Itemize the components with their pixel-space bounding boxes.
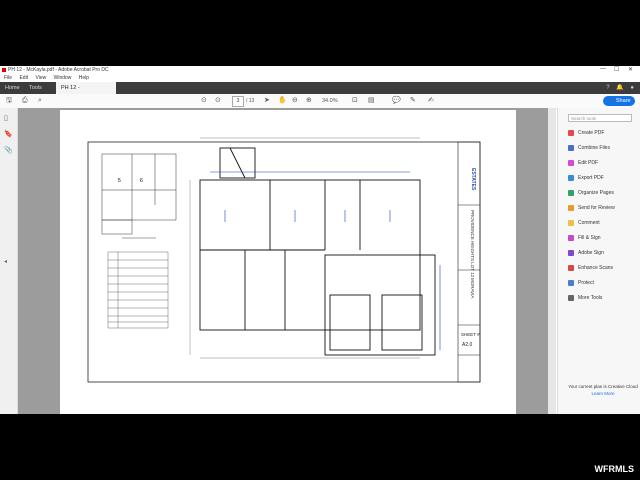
left-navigation-pane: ▯ 🔖 📎 ◂ [0, 108, 18, 414]
tool-label: Enhance Scans [578, 265, 614, 271]
menu-help[interactable]: Help [79, 74, 89, 82]
tab-home[interactable]: Home [0, 82, 25, 94]
enhance-scans-icon [568, 264, 574, 271]
sign-icon[interactable]: ✍ [428, 96, 434, 106]
attachments-icon[interactable]: 📎 [4, 146, 13, 154]
tool-label: Edit PDF [578, 160, 599, 166]
create-pdf-icon [568, 129, 574, 136]
pdf-page[interactable]: 5 6 ESTATES PROVIDENCE HEIGHTS LOT 12 MO… [60, 110, 516, 414]
title-bar: PH 12 - McKayla.pdf - Adobe Acrobat Pro … [0, 66, 640, 74]
select-cursor-icon[interactable]: ➤ [264, 96, 270, 106]
tool-label: Export PDF [578, 175, 604, 181]
share-button[interactable]: 👤 Share [603, 96, 635, 106]
minimize-button[interactable]: — [600, 66, 606, 72]
tab-document[interactable]: PH 12 - McKayla.pdf × [56, 82, 116, 103]
tool-organize-pages[interactable]: Organize Pages [568, 188, 614, 198]
page-total: / 13 [246, 98, 255, 104]
highlight-pen-icon[interactable]: ✎ [410, 96, 416, 106]
notification-icon[interactable]: 🔔 [616, 85, 623, 91]
tabbar-icons: ? 🔔 ● [606, 84, 634, 91]
tool-label: Adobe Sign [578, 250, 604, 256]
tool-label: Protect [578, 280, 594, 286]
tool-label: Organize Pages [578, 190, 614, 196]
adobe-sign-icon [568, 249, 574, 256]
combine-files-icon [568, 144, 574, 151]
window-title: PH 12 - McKayla.pdf - Adobe Acrobat Pro … [8, 67, 109, 73]
tool-label: Comment [578, 220, 600, 226]
tool-label: Send for Review [578, 205, 615, 211]
fit-page-icon[interactable]: ⊡ [352, 96, 358, 106]
print-icon[interactable]: ⎙ [22, 96, 28, 106]
menu-edit[interactable]: Edit [19, 74, 28, 82]
edit-pdf-icon [568, 159, 574, 166]
tool-comment[interactable]: Comment [568, 218, 600, 228]
svg-text:6: 6 [140, 178, 143, 184]
tool-adobe-sign[interactable]: Adobe Sign [568, 248, 604, 258]
title-block-brand: MORAVIA [470, 278, 475, 298]
previous-page-icon[interactable]: ⊙ [201, 96, 207, 106]
vertical-scrollbar[interactable] [548, 108, 556, 414]
zoom-level[interactable]: 34.0% [322, 96, 338, 106]
organize-pages-icon [568, 189, 574, 196]
tab-tools[interactable]: Tools [24, 82, 47, 94]
tool-protect[interactable]: Protect [568, 278, 594, 288]
page-thumbnails-icon[interactable]: ▯ [4, 114, 8, 122]
comment-tool-icon [568, 219, 574, 226]
tool-enhance-scans[interactable]: Enhance Scans [568, 263, 613, 273]
next-page-icon[interactable]: ⊙ [215, 96, 221, 106]
tool-send-for-review[interactable]: Send for Review [568, 203, 615, 213]
export-pdf-icon [568, 174, 574, 181]
svg-text:5: 5 [118, 178, 121, 184]
tool-export-pdf[interactable]: Export PDF [568, 173, 604, 183]
floor-plan-drawing: 5 6 ESTATES PROVIDENCE HEIGHTS LOT 12 MO… [87, 137, 481, 383]
help-icon[interactable]: ? [606, 85, 609, 91]
save-icon[interactable]: 🖫 [6, 96, 12, 106]
comment-icon[interactable]: 💬 [392, 96, 401, 106]
menu-window[interactable]: Window [54, 74, 72, 82]
sheet-number: A2.0 [462, 342, 473, 348]
menu-view[interactable]: View [35, 74, 46, 82]
title-block-logo: ESTATES [470, 168, 476, 191]
find-icon[interactable]: ⌕ [38, 96, 42, 106]
tool-edit-pdf[interactable]: Edit PDF [568, 158, 598, 168]
tools-pane: Search tools Create PDF Combine Files Ed… [557, 108, 640, 414]
tab-bar: Home Tools PH 12 - McKayla.pdf × ? 🔔 ● [0, 82, 640, 103]
watermark: WFRMLS [594, 464, 635, 474]
zoom-out-icon[interactable]: ⊖ [292, 96, 298, 106]
acrobat-app-icon [2, 68, 6, 72]
tool-more-tools[interactable]: More Tools [568, 293, 602, 303]
zoom-in-icon[interactable]: ⊕ [306, 96, 312, 106]
main-toolbar: 🖫 ⎙ ⌕ ⊙ ⊙ 3 / 13 ➤ ✋ ⊖ ⊕ 34.0% ⊡ ▤ 💬 ✎ ✍… [0, 94, 640, 109]
menu-file[interactable]: File [4, 74, 12, 82]
page-number-input[interactable]: 3 [232, 96, 244, 107]
protect-icon [568, 279, 574, 286]
document-area[interactable]: 5 6 ESTATES PROVIDENCE HEIGHTS LOT 12 MO… [18, 108, 556, 414]
menu-bar: File Edit View Window Help [0, 74, 640, 82]
close-window-button[interactable]: ✕ [628, 66, 633, 73]
tool-label: Combine Files [578, 145, 610, 151]
share-label: Share [615, 98, 631, 104]
user-avatar[interactable]: ● [630, 85, 634, 91]
learn-more-link[interactable]: Learn More [568, 391, 638, 396]
acrobat-window: PH 12 - McKayla.pdf - Adobe Acrobat Pro … [0, 66, 640, 414]
bookmarks-icon[interactable]: 🔖 [4, 130, 13, 138]
send-for-review-icon [568, 204, 574, 211]
scroll-mode-icon[interactable]: ▤ [368, 96, 375, 106]
plan-text: Your current plan is Creative Cloud [568, 384, 638, 389]
hand-tool-icon[interactable]: ✋ [278, 96, 287, 106]
tool-fill-sign[interactable]: Fill & Sign [568, 233, 601, 243]
expand-pane-icon[interactable]: ◂ [4, 258, 7, 265]
tool-create-pdf[interactable]: Create PDF [568, 128, 604, 138]
search-tools-input[interactable]: Search tools [568, 114, 632, 122]
more-tools-icon [568, 294, 574, 301]
maximize-button[interactable]: ☐ [614, 66, 619, 73]
tool-label: Create PDF [578, 130, 605, 136]
plan-info: Your current plan is Creative Cloud Lear… [568, 384, 638, 396]
tool-label: Fill & Sign [578, 235, 601, 241]
tool-combine-files[interactable]: Combine Files [568, 143, 610, 153]
tool-label: More Tools [578, 295, 603, 301]
sheet-label: SHEET # [461, 332, 480, 337]
title-block-project: PROVIDENCE HEIGHTS LOT 12 [470, 210, 475, 278]
fill-sign-icon [568, 234, 574, 241]
